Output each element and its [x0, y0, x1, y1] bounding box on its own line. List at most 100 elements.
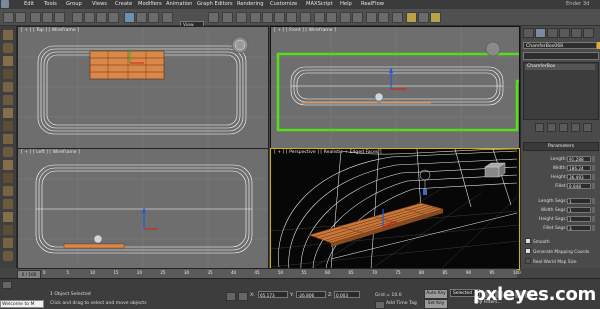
param-fillet-input[interactable]: 8.848 — [567, 183, 591, 189]
undo-icon[interactable] — [3, 12, 14, 23]
viewport-perspective[interactable]: [ + ] [ Perspective ] [ Realistic + Edge… — [270, 148, 520, 270]
menu-realflow[interactable]: RealFlow — [361, 1, 384, 7]
render-setup-icon[interactable] — [406, 12, 417, 23]
maxscript-listener-input[interactable]: Welcome to M — [0, 300, 44, 308]
spinner-icon[interactable] — [592, 165, 595, 171]
mapping-checkbox[interactable] — [525, 248, 531, 254]
parameters-rollout-header[interactable]: Parameters — [523, 142, 599, 151]
add-time-tag-button[interactable]: Add Time Tag — [386, 301, 417, 306]
show-end-result-icon[interactable] — [547, 123, 556, 132]
smooth-checkbox[interactable] — [525, 238, 531, 244]
viewport-top[interactable]: [ + ] [ Top ] [ Wireframe ] — [17, 26, 269, 149]
menu-modifiers[interactable]: Modifiers — [138, 1, 162, 7]
material-editor-icon[interactable] — [392, 12, 403, 23]
bind-space-warp-icon[interactable] — [54, 12, 65, 23]
smooth-checkbox-row[interactable]: Smooth — [525, 238, 599, 245]
render-production-icon[interactable] — [430, 12, 441, 23]
align-icon[interactable] — [326, 12, 337, 23]
viewport-front-label[interactable]: [ + ] [ Front ] [ Wireframe ] — [274, 28, 336, 33]
auto-key-button[interactable]: Auto Key — [424, 289, 448, 299]
real-world-checkbox[interactable] — [525, 258, 531, 264]
spinner-icon[interactable] — [592, 174, 595, 180]
configure-modifier-sets-icon[interactable] — [583, 123, 592, 132]
graphite-ribbon-icon[interactable] — [352, 12, 363, 23]
menu-animation[interactable]: Animation — [166, 1, 192, 7]
strip-tool-icon-3[interactable] — [3, 56, 13, 66]
x-coordinate-field[interactable]: 65.173 — [258, 291, 288, 298]
param-length-segs-input[interactable]: 1 — [567, 198, 591, 204]
y-coordinate-field[interactable]: -26.806 — [296, 291, 326, 298]
redo-icon[interactable] — [15, 12, 26, 23]
object-name-field[interactable]: ChamferBox068 — [523, 42, 597, 49]
spinner-icon[interactable] — [592, 156, 595, 162]
menu-help[interactable]: Help — [340, 1, 352, 7]
param-height-segs-input[interactable]: 1 — [567, 216, 591, 222]
modifier-stack[interactable] — [523, 62, 599, 120]
z-coordinate-field[interactable]: 0.003 — [334, 291, 360, 298]
window-crossing-icon[interactable] — [108, 12, 119, 23]
strip-tool-icon-17[interactable] — [3, 238, 13, 248]
real-world-checkbox-row[interactable]: Real-World Map Size — [525, 258, 599, 265]
link-icon[interactable] — [30, 12, 41, 23]
strip-tool-icon-13[interactable] — [3, 186, 13, 196]
motion-tab-icon[interactable] — [559, 28, 570, 38]
menu-maxscript[interactable]: MAXScript — [306, 1, 333, 7]
menu-tools[interactable]: Tools — [44, 1, 57, 7]
spinner-snap-icon[interactable] — [286, 12, 297, 23]
strip-tool-icon-9[interactable] — [3, 134, 13, 144]
strip-tool-icon-5[interactable] — [3, 82, 13, 92]
make-unique-icon[interactable] — [559, 123, 568, 132]
viewport-perspective-label[interactable]: [ + ] [ Perspective ] [ Realistic + Edge… — [274, 150, 382, 155]
param-fillet-segs-input[interactable]: 3 — [567, 225, 591, 231]
mirror-icon[interactable] — [314, 12, 325, 23]
spinner-icon[interactable] — [592, 207, 595, 213]
strip-tool-icon-8[interactable] — [3, 121, 13, 131]
viewport-left[interactable]: [ + ] [ Left ] [ Wireframe ] — [17, 148, 269, 270]
lock-selection-icon[interactable] — [226, 292, 236, 301]
strip-tool-icon-7[interactable] — [3, 108, 13, 118]
select-manipulate-icon[interactable] — [222, 12, 233, 23]
unlink-icon[interactable] — [42, 12, 53, 23]
app-logo-icon[interactable] — [1, 0, 9, 8]
param-height-input[interactable]: 36.493 — [567, 174, 591, 180]
absolute-mode-icon[interactable] — [238, 292, 248, 301]
curve-editor-icon[interactable] — [366, 12, 377, 23]
pivot-center-icon[interactable] — [208, 12, 219, 23]
hierarchy-tab-icon[interactable] — [547, 28, 558, 38]
strip-tool-icon-2[interactable] — [3, 43, 13, 53]
strip-tool-icon-16[interactable] — [3, 225, 13, 235]
viewport-left-label[interactable]: [ + ] [ Left ] [ Wireframe ] — [21, 150, 80, 155]
select-object-icon[interactable] — [72, 12, 83, 23]
select-move-icon[interactable] — [124, 12, 135, 23]
menu-views[interactable]: Views — [92, 1, 107, 7]
spinner-icon[interactable] — [592, 183, 595, 189]
remove-modifier-icon[interactable] — [571, 123, 580, 132]
menu-edit[interactable]: Edit — [24, 1, 34, 7]
spinner-icon[interactable] — [592, 216, 595, 222]
menu-group[interactable]: Group — [66, 1, 82, 7]
strip-tool-icon-4[interactable] — [3, 69, 13, 79]
keyboard-shortcut-icon[interactable] — [236, 12, 247, 23]
angle-snap-icon[interactable] — [262, 12, 273, 23]
menu-graph-editors[interactable]: Graph Editors — [197, 1, 233, 7]
menu-customize[interactable]: Customize — [270, 1, 297, 7]
strip-tool-icon-14[interactable] — [3, 199, 13, 209]
mapping-checkbox-row[interactable]: Generate Mapping Coords. — [525, 248, 599, 255]
snaps-toggle-icon[interactable] — [250, 12, 261, 23]
schematic-view-icon[interactable] — [378, 12, 389, 23]
timeline-track[interactable]: 0 / 100 0 5 10 15 20 25 30 35 40 45 50 55 60 65 70 75 80… — [17, 268, 521, 279]
strip-tool-icon-12[interactable] — [3, 173, 13, 183]
strip-tool-icon-11[interactable] — [3, 160, 13, 170]
strip-tool-icon-6[interactable] — [3, 95, 13, 105]
utilities-tab-icon[interactable] — [583, 28, 594, 38]
param-width-input[interactable]: 186.24 — [567, 165, 591, 171]
strip-tool-icon-10[interactable] — [3, 147, 13, 157]
select-by-name-icon[interactable] — [84, 12, 95, 23]
create-tab-icon[interactable] — [523, 28, 534, 38]
pin-stack-icon[interactable] — [535, 123, 544, 132]
rendered-frame-icon[interactable] — [418, 12, 429, 23]
layer-manager-icon[interactable] — [340, 12, 351, 23]
strip-tool-icon-1[interactable] — [3, 30, 13, 40]
menu-create[interactable]: Create — [115, 1, 132, 7]
edit-named-selection-icon[interactable] — [300, 12, 311, 23]
